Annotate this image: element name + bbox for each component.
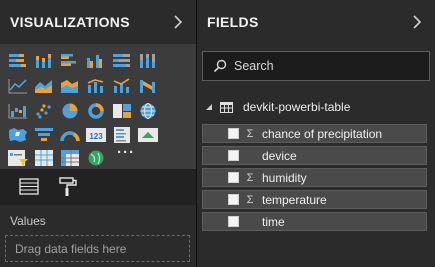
field-humidity[interactable]: Σ humidity <box>202 168 427 187</box>
table-name: devkit-powerbi-table <box>243 100 351 114</box>
svg-text:123: 123 <box>89 132 103 141</box>
map-globe-icon[interactable] <box>137 102 159 120</box>
field-label: humidity <box>262 170 307 185</box>
matrix-icon[interactable] <box>59 149 81 167</box>
kpi-icon[interactable] <box>137 126 159 144</box>
scatter-chart-icon[interactable] <box>33 102 55 120</box>
visualization-gallery: 123 ··· <box>0 44 196 169</box>
table-visual-icon[interactable] <box>33 149 55 167</box>
field-checkbox[interactable] <box>228 150 239 161</box>
collapse-visualizations-chevron-icon[interactable] <box>170 13 186 31</box>
card-icon[interactable]: 123 <box>85 126 107 144</box>
search-input[interactable] <box>234 59 414 73</box>
field-time[interactable]: time <box>202 212 427 231</box>
gauge-icon[interactable] <box>59 126 81 144</box>
table-icon <box>220 101 233 113</box>
100-percent-stacked-column-icon[interactable] <box>137 52 159 70</box>
values-label: Values <box>10 214 46 228</box>
field-label: device <box>262 148 297 163</box>
arcgis-map-icon[interactable] <box>85 149 107 167</box>
table-node[interactable]: devkit-powerbi-table <box>197 97 435 117</box>
ribbon-chart-icon[interactable] <box>137 77 159 95</box>
visualizations-pane: VISUALIZATIONS 123 ··· Values Drag data … <box>0 0 196 267</box>
slicer-icon[interactable] <box>7 149 29 167</box>
format-paint-roller-icon[interactable] <box>55 174 81 200</box>
multi-row-card-icon[interactable] <box>111 126 133 144</box>
treemap-icon[interactable] <box>111 102 133 120</box>
values-drop-zone[interactable]: Drag data fields here <box>5 235 190 262</box>
field-checkbox[interactable] <box>228 194 239 205</box>
line-and-stacked-column-icon[interactable] <box>85 77 107 95</box>
stacked-column-chart-icon[interactable] <box>33 52 55 70</box>
donut-chart-icon[interactable] <box>85 102 107 120</box>
fields-tab-icon[interactable] <box>16 174 42 200</box>
fields-pane: FIELDS devkit-powerbi-table Σ chance of … <box>197 0 435 267</box>
field-label: chance of precipitation <box>262 126 383 141</box>
field-chance-of-precipitation[interactable]: Σ chance of precipitation <box>202 124 427 143</box>
filled-map-icon[interactable] <box>7 126 29 144</box>
search-icon <box>213 59 227 73</box>
visual-pane-tabs <box>0 169 196 205</box>
sigma-icon: Σ <box>246 193 254 206</box>
fields-title: FIELDS <box>207 14 259 30</box>
more-visuals-icon[interactable]: ··· <box>117 145 139 164</box>
visualizations-header: VISUALIZATIONS <box>0 0 196 44</box>
visualizations-title: VISUALIZATIONS <box>10 14 130 30</box>
field-label: temperature <box>262 192 327 207</box>
funnel-chart-icon[interactable] <box>33 126 55 144</box>
field-device[interactable]: device <box>202 146 427 165</box>
stacked-bar-chart-icon[interactable] <box>7 52 29 70</box>
fields-search-box[interactable] <box>202 51 430 81</box>
stacked-area-chart-icon[interactable] <box>59 77 81 95</box>
drop-zone-placeholder: Drag data fields here <box>15 242 127 256</box>
field-temperature[interactable]: Σ temperature <box>202 190 427 209</box>
clustered-bar-chart-icon[interactable] <box>59 52 81 70</box>
100-percent-stacked-bar-icon[interactable] <box>111 52 133 70</box>
fields-header: FIELDS <box>197 0 435 44</box>
collapse-fields-chevron-icon[interactable] <box>409 13 425 31</box>
line-and-clustered-column-icon[interactable] <box>111 77 133 95</box>
area-chart-icon[interactable] <box>33 77 55 95</box>
line-chart-icon[interactable] <box>7 77 29 95</box>
field-checkbox[interactable] <box>228 128 239 139</box>
field-checkbox[interactable] <box>228 216 239 227</box>
clustered-column-chart-icon[interactable] <box>85 52 107 70</box>
field-checkbox[interactable] <box>228 172 239 183</box>
pie-chart-icon[interactable] <box>59 102 81 120</box>
sigma-icon: Σ <box>246 171 254 184</box>
expand-caret-icon[interactable] <box>205 103 213 111</box>
sigma-icon: Σ <box>246 127 254 140</box>
field-label: time <box>262 214 285 229</box>
waterfall-chart-icon[interactable] <box>7 102 29 120</box>
